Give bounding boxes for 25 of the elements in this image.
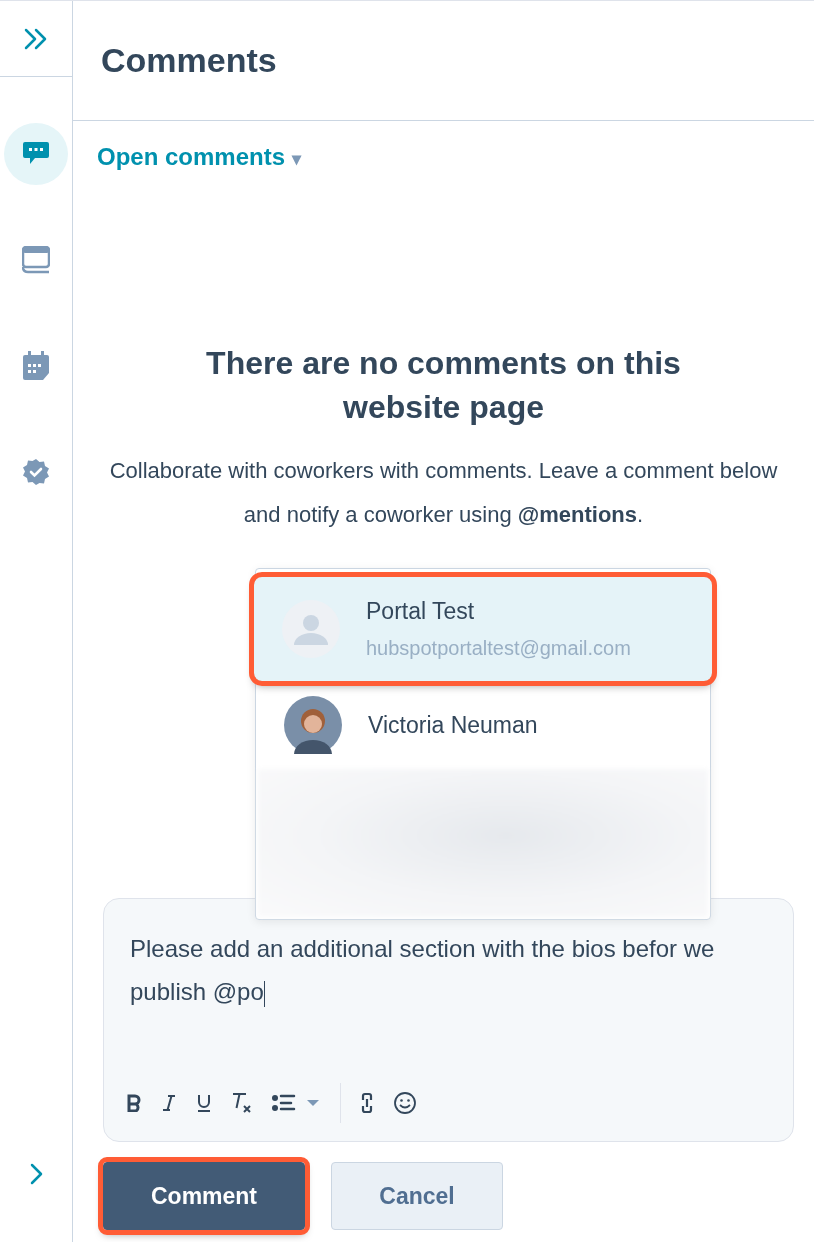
user-email: hubspotportaltest@gmail.com: [366, 637, 631, 660]
comment-editor[interactable]: Please add an additional section with the bios befor we publish @po: [103, 898, 794, 1142]
user-name: Victoria Neuman: [368, 711, 538, 739]
empty-state-heading: There are no comments on this website page: [205, 344, 682, 427]
avatar-icon: [284, 696, 342, 754]
action-button[interactable]: Cancel: [331, 1162, 503, 1230]
calendar-icon: [22, 351, 50, 381]
italic-icon[interactable]: [162, 1094, 176, 1112]
list-dropdown[interactable]: [272, 1094, 320, 1112]
underline-icon[interactable]: [196, 1094, 212, 1112]
bold-icon[interactable]: [126, 1094, 142, 1112]
user-name: Portal Test: [366, 598, 476, 625]
empty-state-text: Collaborate with coworkers with comments. Leave a comment below and notify a coworker using @mentions.: [108, 457, 779, 529]
filter-dropdown[interactable]: Open comments ▾: [97, 143, 301, 171]
user-option[interactable]: Victoria Neuman: [256, 681, 710, 769]
link-icon[interactable]: [361, 1092, 373, 1114]
verified-badge-icon: [22, 458, 50, 486]
expand-icon[interactable]: [29, 1162, 43, 1186]
caret-icon: [306, 1099, 320, 1107]
avatar-icon: [282, 600, 340, 658]
collapse-icon[interactable]: [23, 26, 49, 51]
panel-title: Comments: [101, 41, 277, 80]
emoji-icon[interactable]: [393, 1091, 417, 1115]
page-icon: [22, 246, 50, 274]
clear-format-icon[interactable]: [232, 1092, 252, 1114]
